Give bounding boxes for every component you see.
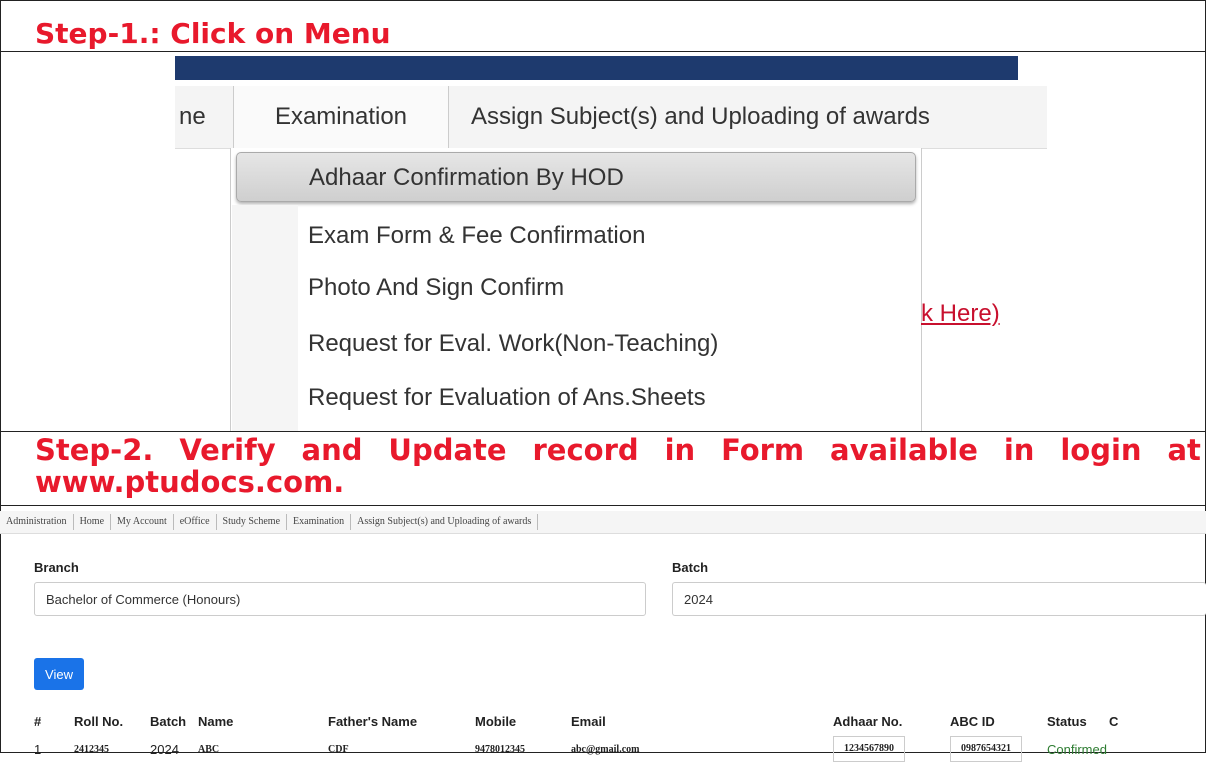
- adhaar-input[interactable]: 1234567890: [833, 736, 905, 762]
- dropdown-item-adhaar-confirmation[interactable]: Adhaar Confirmation By HOD: [236, 152, 916, 202]
- menu-bar: ne Examination Assign Subject(s) and Upl…: [175, 86, 1047, 149]
- cell-num: 1: [34, 741, 42, 757]
- col-mobile: Mobile: [475, 713, 517, 729]
- step-1-heading: Step-1.: Click on Menu: [35, 17, 391, 50]
- col-batch: Batch: [150, 713, 187, 729]
- cell-c: [1109, 734, 1119, 764]
- step-2-heading-word: at: [1167, 433, 1201, 467]
- step-2-heading-word: available: [830, 433, 978, 467]
- step-2-heading-word: record: [532, 433, 639, 467]
- examination-dropdown: Adhaar Confirmation By HOD Exam Form & F…: [230, 148, 922, 431]
- menu-item-examination[interactable]: Examination: [233, 86, 449, 148]
- step-2-heading-word: login: [1060, 433, 1142, 467]
- abc-id-input[interactable]: 0987654321: [950, 736, 1022, 762]
- step-2-heading-word: Verify: [179, 433, 276, 467]
- cell-roll: 2412345: [74, 743, 109, 755]
- cell-abc-id: 0987654321: [950, 734, 1047, 764]
- portal-nav-item[interactable]: My Account: [111, 514, 174, 530]
- top-navbar: [175, 56, 1018, 80]
- cell-name: ABC: [198, 743, 220, 755]
- divider: [0, 505, 1206, 506]
- portal-nav-item[interactable]: eOffice: [174, 514, 217, 530]
- col-roll: Roll No.: [74, 713, 124, 729]
- branch-field[interactable]: Bachelor of Commerce (Honours): [34, 582, 646, 616]
- col-c: C: [1109, 713, 1119, 729]
- batch-field[interactable]: 2024: [672, 582, 1206, 616]
- step-2-heading-word: in: [664, 433, 696, 467]
- dropdown-item-photo-sign[interactable]: Photo And Sign Confirm: [308, 262, 564, 314]
- divider: [0, 51, 1206, 52]
- col-num: #: [34, 713, 42, 729]
- view-button[interactable]: View: [34, 658, 84, 690]
- step-2-heading-word: in: [1003, 433, 1035, 467]
- cell-email: abc@gmail.com: [571, 743, 640, 755]
- portal-nav-item[interactable]: Home: [74, 514, 112, 530]
- cell-adhaar: 1234567890: [833, 734, 950, 764]
- step-2-heading-word: Update: [388, 433, 507, 467]
- table-row: 1 2412345 2024 ABC CDF 9478012345 abc@gm…: [34, 734, 1119, 764]
- divider: [0, 431, 1206, 432]
- portal-nav-item[interactable]: Administration: [0, 514, 74, 530]
- table-header-row: # Roll No. Batch Name Father's Name Mobi…: [34, 708, 1119, 734]
- portal-nav-item[interactable]: Examination: [287, 514, 352, 530]
- step-2-heading-word: and: [301, 433, 363, 467]
- portal-nav-item[interactable]: Assign Subject(s) and Uploading of award…: [351, 514, 539, 530]
- step-2-heading: Step-2. Verify and Update record in Form availa…: [0, 434, 1201, 504]
- menu-item-home[interactable]: ne: [175, 86, 237, 148]
- cell-mobile: 9478012345: [475, 743, 525, 755]
- col-name: Name: [198, 713, 234, 729]
- cell-father: CDF: [328, 743, 349, 755]
- batch-label: Batch: [672, 560, 709, 575]
- dropdown-item-exam-form[interactable]: Exam Form & Fee Confirmation: [308, 210, 645, 262]
- branch-label: Branch: [34, 560, 79, 575]
- step-2-heading-line2: www.ptudocs.com.: [35, 465, 345, 499]
- col-abc-id: ABC ID: [950, 713, 995, 729]
- col-status: Status: [1047, 713, 1087, 729]
- dropdown-icon-rail: [232, 205, 298, 431]
- cell-batch: 2024: [150, 741, 179, 757]
- portal-nav: Administration Home My Account eOffice Study…: [0, 511, 1206, 534]
- col-father: Father's Name: [328, 713, 418, 729]
- step-2-heading-word: Step-2.: [35, 433, 154, 467]
- status-badge: Confirmed: [1047, 741, 1107, 757]
- dropdown-item-evaluation-ans-sheets[interactable]: Request for Evaluation of Ans.Sheets: [308, 372, 706, 424]
- col-email: Email: [571, 713, 606, 729]
- click-here-link[interactable]: k Here): [921, 300, 1000, 328]
- col-adhaar: Adhaar No.: [833, 713, 903, 729]
- adhaar-table: # Roll No. Batch Name Father's Name Mobi…: [34, 708, 1119, 764]
- step-2-heading-word: Form: [721, 433, 805, 467]
- dropdown-item-eval-work[interactable]: Request for Eval. Work(Non-Teaching): [308, 318, 718, 370]
- portal-nav-item[interactable]: Study Scheme: [217, 514, 288, 530]
- menu-item-assign-subjects[interactable]: Assign Subject(s) and Uploading of award…: [471, 86, 930, 148]
